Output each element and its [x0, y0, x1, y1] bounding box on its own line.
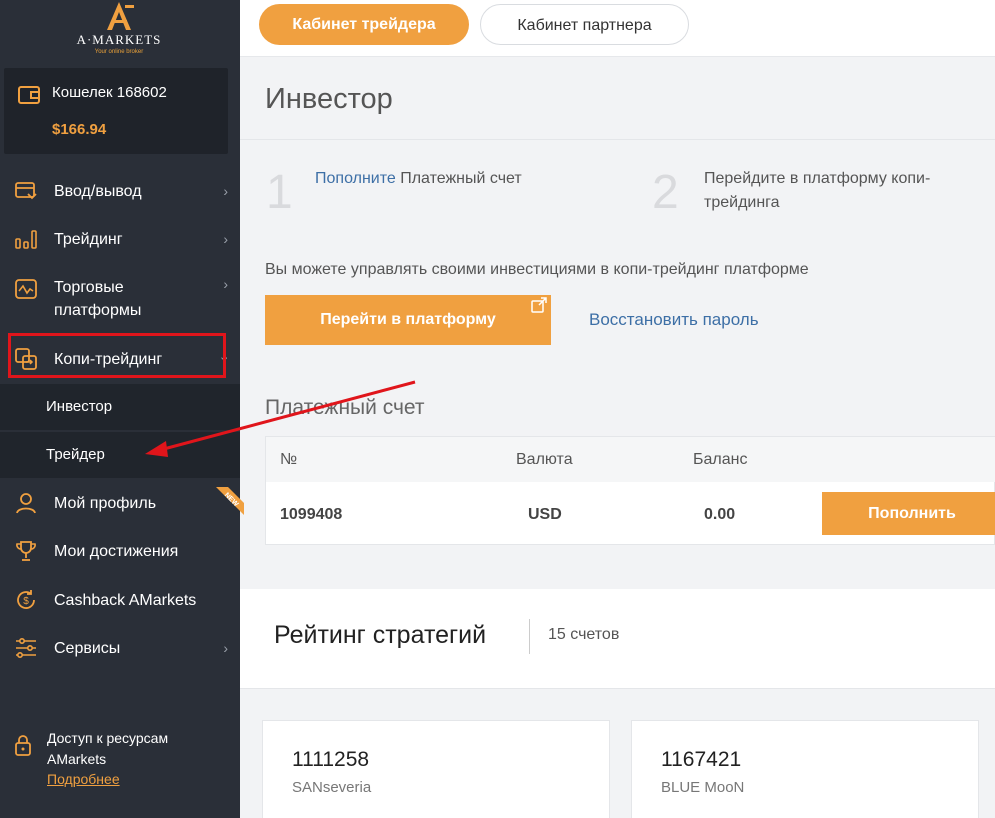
sidebar-item-platforms[interactable]: Торговые платформы ›: [0, 273, 240, 325]
rating-title: Рейтинг стратегий: [274, 621, 487, 649]
go-to-platform-label: Перейти в платформу: [320, 311, 496, 328]
chevron-right-icon: ›: [223, 640, 228, 656]
lock-icon: [15, 735, 31, 756]
tab-trader-cabinet[interactable]: Кабинет трейдера: [259, 4, 469, 45]
step-text: Перейдите в платформу копи-трейдинга: [704, 170, 931, 211]
account-table: № Валюта Баланс 1099408 USD 0.00 Пополни…: [265, 436, 995, 545]
bar-chart-icon: [15, 230, 37, 249]
strategy-id: 1111258: [292, 748, 370, 771]
trophy-icon: [16, 541, 36, 561]
sidebar-item-label: Cashback AMarkets: [54, 591, 197, 609]
table-header: № Валюта Баланс: [266, 437, 995, 482]
divider: [529, 619, 530, 654]
column-header: №: [280, 451, 298, 468]
cashback-icon: $: [17, 590, 35, 609]
sidebar-item-trading[interactable]: Трейдинг ›: [0, 219, 240, 259]
sidebar-item-label: Мой профиль: [54, 494, 157, 512]
highlight-frame: [8, 333, 226, 378]
sidebar-subitem-label: Инвестор: [46, 398, 113, 415]
go-to-platform-button[interactable]: Перейти в платформу: [265, 295, 551, 345]
amarkets-logo[interactable]: A·MARKETS Your online broker: [64, 0, 174, 60]
wallet-card[interactable]: Кошелек 168602 $166.94: [4, 68, 228, 154]
column-header: Баланс: [693, 451, 748, 468]
account-balance: 0.00: [704, 506, 736, 523]
sidebar-item-profile[interactable]: Мой профиль: [0, 483, 240, 523]
top-up-button[interactable]: Пополнить: [822, 492, 995, 535]
wallet-icon: [18, 86, 40, 104]
rating-count: 15 счетов: [548, 626, 620, 643]
external-link-icon: [531, 297, 547, 313]
wallet-balance: $166.94: [52, 121, 107, 138]
chevron-right-icon: ›: [223, 231, 228, 247]
logo-tagline: Your online broker: [94, 49, 144, 55]
strategy-rating-panel: Рейтинг стратегий 15 счетов: [240, 589, 995, 689]
sidebar-subitem-trader[interactable]: Трейдер: [0, 432, 240, 478]
strategy-name: SANseveria: [292, 779, 372, 796]
strategy-name: BLUE MooN: [661, 779, 745, 796]
user-icon: [16, 493, 36, 514]
top-bar: Кабинет трейдера Кабинет партнера: [240, 0, 995, 57]
step-number: 1: [266, 166, 293, 219]
info-text: Вы можете управлять своими инвестициями …: [265, 261, 809, 278]
step-text-rest: Платежный счет: [395, 170, 522, 187]
restore-password-link[interactable]: Восстановить пароль: [589, 310, 759, 330]
sidebar-subitem-label: Трейдер: [46, 446, 105, 463]
chevron-right-icon: ›: [223, 276, 228, 292]
sidebar-subitem-investor[interactable]: Инвестор: [0, 384, 240, 430]
divider: [240, 139, 995, 140]
account-currency: USD: [528, 506, 562, 523]
account-number: 1099408: [280, 506, 343, 523]
sidebar: A·MARKETS Your online broker Кошелек 168…: [0, 0, 244, 818]
sidebar-item-label: Ввод/вывод: [54, 182, 142, 200]
sidebar-item-achievements[interactable]: Мои достижения: [0, 531, 240, 571]
svg-text:$: $: [23, 596, 29, 607]
page-title: Инвестор: [265, 83, 393, 115]
strategy-card[interactable]: 1167421 BLUE MooN: [631, 720, 979, 818]
step-number: 2: [652, 166, 679, 219]
platform-chart-icon: [15, 279, 37, 299]
logo-text: A·MARKETS: [76, 32, 162, 47]
new-badge: NEW: [216, 487, 244, 515]
sidebar-item-label: Сервисы: [54, 639, 121, 657]
sidebar-item-services[interactable]: Сервисы ›: [0, 628, 240, 668]
sidebar-item-label: Торговые платформы: [54, 279, 142, 319]
sidebar-item-label: Трейдинг: [54, 230, 123, 248]
sliders-icon: [16, 637, 36, 658]
logo-mark-icon: [107, 2, 134, 30]
sidebar-item-cashback[interactable]: $ Cashback AMarkets: [0, 580, 240, 620]
chevron-right-icon: ›: [223, 183, 228, 199]
step-text: Пополните Платежный счет: [315, 167, 522, 191]
section-title-account: Платежный счет: [265, 396, 425, 419]
column-header: Валюта: [516, 451, 573, 468]
sidebar-item-label: Мои достижения: [54, 542, 179, 560]
more-link[interactable]: Подробнее: [47, 771, 120, 787]
access-text: Доступ к ресурсам AMarkets: [47, 730, 169, 767]
strategy-card[interactable]: 1111258 SANseveria: [262, 720, 610, 818]
wallet-name: Кошелек 168602: [52, 84, 167, 101]
tab-partner-cabinet[interactable]: Кабинет партнера: [480, 4, 689, 45]
sidebar-item-deposit-withdraw[interactable]: Ввод/вывод ›: [0, 171, 240, 211]
strategy-id: 1167421: [661, 748, 742, 771]
deposit-withdraw-icon: [15, 182, 37, 200]
top-up-link[interactable]: Пополните: [315, 170, 396, 187]
